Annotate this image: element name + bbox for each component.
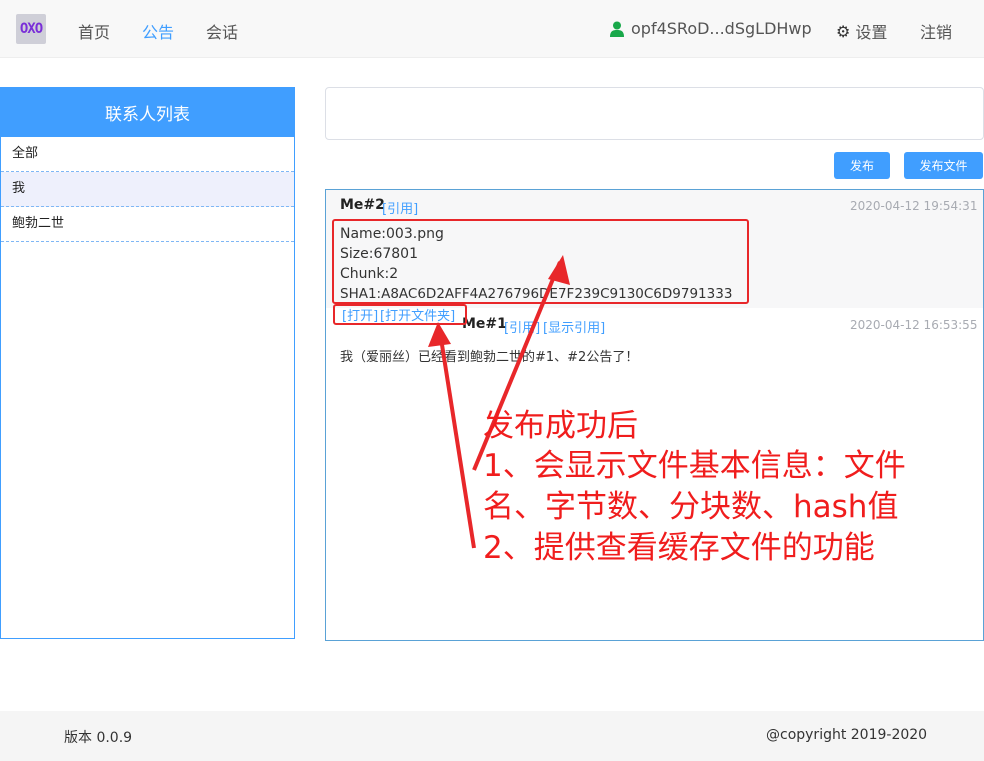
post-author: Me#1: [462, 316, 507, 332]
publish-button[interactable]: 发布: [834, 152, 890, 179]
annotation-line: 名、字节数、分块数、hash值: [483, 489, 899, 525]
post-author: Me#2: [340, 197, 385, 213]
annotation-title: 发布成功后: [483, 408, 638, 444]
app-logo[interactable]: OXO: [16, 14, 46, 44]
contact-item-bob2[interactable]: 鲍勃二世: [1, 207, 294, 242]
settings-button[interactable]: ⚙ 设置: [836, 19, 887, 43]
contact-item-all[interactable]: 全部: [1, 137, 294, 172]
nav-announcements[interactable]: 公告: [142, 19, 174, 43]
annotation-line: 1、会显示文件基本信息：文件: [483, 448, 906, 484]
user-id: opf4SRoD...dSgLDHwp: [631, 19, 812, 38]
logout-button[interactable]: 注销: [920, 19, 952, 43]
version-label: 版本 0.0.9: [64, 730, 133, 746]
contact-list-title: 联系人列表: [1, 88, 294, 137]
gear-icon: ⚙: [836, 21, 851, 41]
publish-file-button[interactable]: 发布文件: [904, 152, 983, 179]
settings-label: 设置: [855, 23, 888, 42]
copyright-label: @copyright 2019-2020: [766, 727, 928, 743]
show-quote-link[interactable]: [显示引用]: [543, 317, 605, 336]
quote-link[interactable]: [引用]: [504, 317, 540, 336]
footer: 版本 0.0.9 @copyright 2019-2020: [0, 711, 984, 761]
contact-item-me[interactable]: 我: [1, 172, 294, 207]
announcement-input[interactable]: [325, 87, 984, 140]
nav-home[interactable]: 首页: [78, 19, 110, 43]
post-timestamp: 2020-04-12 19:54:31: [850, 199, 978, 213]
quote-link[interactable]: [引用]: [382, 198, 418, 217]
post-timestamp: 2020-04-12 16:53:55: [850, 318, 978, 332]
user-icon: [610, 21, 624, 37]
nav-chat[interactable]: 会话: [206, 19, 238, 43]
highlight-open-links: [333, 304, 467, 325]
annotation-line: 2、提供查看缓存文件的功能: [483, 530, 875, 566]
top-navbar: OXO 首页 公告 会话 opf4SRoD...dSgLDHwp ⚙ 设置 注销: [0, 0, 984, 58]
user-menu[interactable]: opf4SRoD...dSgLDHwp: [610, 19, 812, 38]
contact-list: 联系人列表 全部 我 鲍勃二世: [0, 87, 295, 639]
post-message: 我（爱丽丝）已经看到鲍勃二世的#1、#2公告了！: [340, 350, 639, 365]
highlight-file-info: [332, 219, 749, 304]
